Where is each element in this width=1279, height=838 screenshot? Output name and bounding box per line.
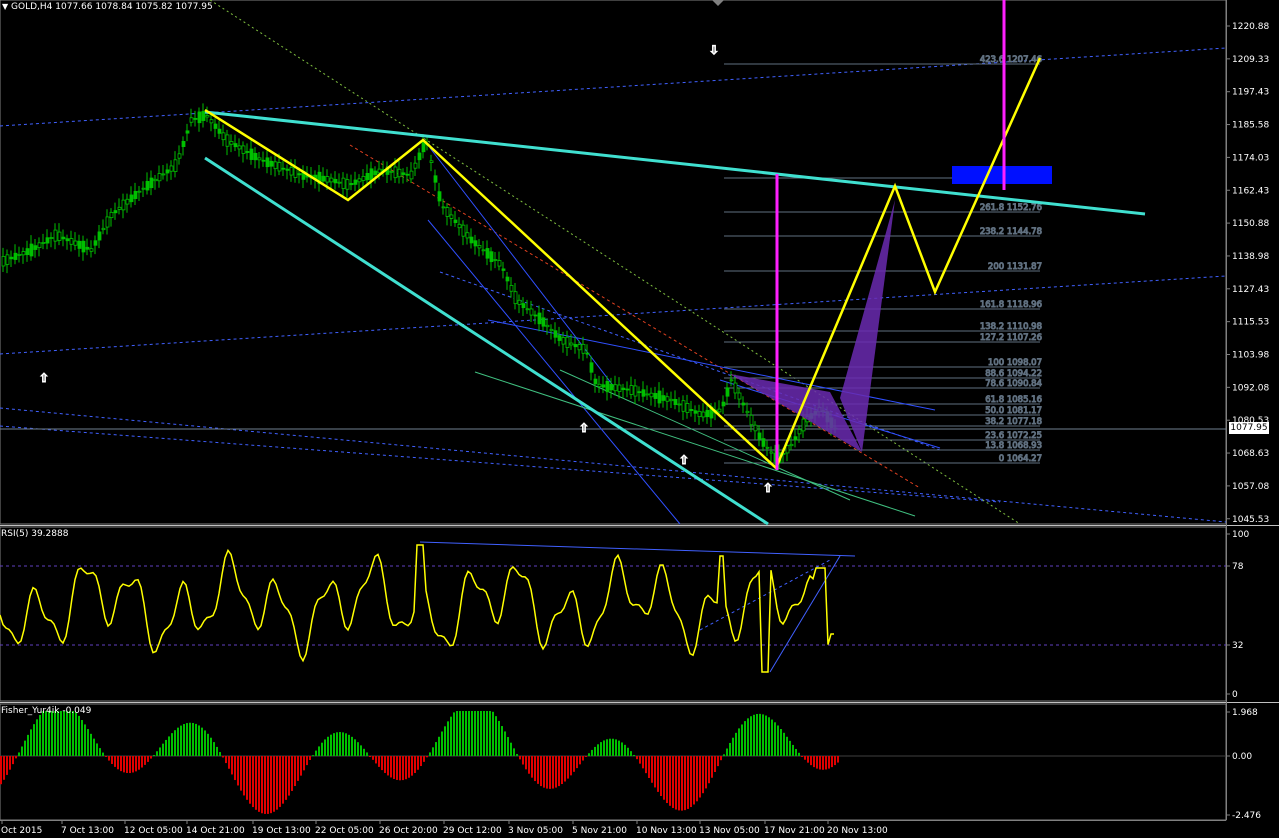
price-tick-label: 1103.98 (1232, 351, 1269, 361)
fib-level-label: 61.8 1085.16 (985, 395, 1042, 405)
fib-level-label: 138.2 1110.98 (980, 322, 1042, 332)
fisher-tick-label: 1.968 (1232, 708, 1258, 718)
time-axis[interactable]: Oct 2015 7 Oct 13:00 12 Oct 05:00 14 Oct 21… (1, 820, 888, 836)
time-tick-label: 20 Nov 13:00 (827, 826, 888, 836)
chart-shift-marker[interactable] (712, 0, 724, 6)
price-tick-label: 1197.43 (1232, 88, 1269, 98)
price-tick-label: 1115.53 (1232, 318, 1269, 328)
time-tick-label: 12 Oct 05:00 (124, 826, 183, 836)
chevron-down-icon[interactable]: ▼ (2, 2, 8, 11)
zigzag-projection[interactable] (204, 57, 1042, 471)
mt4-chart-window: 423.6 1207.46300 1165.67261.8 1152.76238… (0, 0, 1279, 838)
harmonic-pattern[interactable] (730, 200, 895, 452)
fib-level-label: 23.6 1072.25 (985, 431, 1042, 441)
time-tick-label: 19 Oct 13:00 (252, 826, 311, 836)
chart-canvas[interactable]: 423.6 1207.46300 1165.67261.8 1152.76238… (0, 0, 1279, 838)
fib-level-label: 238.2 1144.78 (980, 227, 1042, 237)
price-tick-label: 1174.03 (1232, 153, 1269, 163)
fisher-panel-border (0, 703, 1227, 821)
time-tick-label: 26 Oct 20:00 (379, 826, 438, 836)
time-tick-label: 29 Oct 12:00 (443, 826, 502, 836)
time-tick-label: 14 Oct 21:00 (186, 826, 245, 836)
time-tick-label: 17 Nov 21:00 (764, 826, 825, 836)
fib-level-label: 100 1098.07 (988, 358, 1042, 368)
price-candles (1, 103, 838, 470)
symbol-timeframe: GOLD,H4 (11, 2, 53, 12)
fisher-tick-label: 0.00 (1232, 752, 1252, 762)
rsi-tick-label: 100 (1232, 530, 1249, 540)
fisher-label: Fisher_Yur4ik -0.049 (1, 706, 92, 716)
rsi-tick-label: 0 (1232, 690, 1238, 700)
up-arrow-icon: ⇧ (579, 421, 589, 435)
fib-level-label: 13.8 1068.93 (985, 441, 1042, 451)
fisher-axis: 1.968 0.00 -2.476 (1226, 708, 1261, 821)
ohlc-values: 1077.66 1078.84 1075.82 1077.95 (55, 2, 213, 12)
time-tick-label: 3 Nov 05:00 (508, 826, 563, 836)
rsi-levels (0, 565, 1226, 646)
fib-level-label: 200 1131.87 (988, 262, 1042, 272)
time-tick-label: 13 Nov 05:00 (699, 826, 760, 836)
fib-level-label: 161.8 1118.96 (980, 300, 1042, 310)
fib-level-label: 78.6 1090.84 (985, 379, 1042, 389)
time-tick-label: 7 Oct 13:00 (61, 826, 114, 836)
up-arrow-icon: ⇧ (39, 371, 49, 385)
down-arrow-icon: ⇩ (709, 43, 719, 57)
price-tick-label: 1138.98 (1232, 252, 1269, 262)
price-tick-label: 1185.58 (1232, 121, 1269, 131)
fisher-histogram (0, 711, 839, 814)
price-tick-label: 1068.63 (1232, 449, 1269, 459)
fib-level-label: 50.0 1081.17 (985, 406, 1042, 416)
up-arrow-icon: ⇧ (763, 481, 773, 495)
rsi-panel-border (0, 526, 1227, 702)
rsi-trendlines[interactable] (419, 541, 856, 673)
price-tick-label: 1209.33 (1232, 55, 1269, 65)
dashed-trendlines[interactable] (0, 47, 1227, 523)
chart-title: ▼ GOLD,H4 1077.66 1078.84 1075.82 1077.9… (2, 2, 213, 12)
rsi-axis: 100 78 32 0 (1226, 530, 1249, 700)
rsi-label: RSI(5) 39.2888 (1, 529, 69, 539)
price-tick-label: 1150.88 (1232, 219, 1269, 229)
rsi-line (0, 544, 834, 673)
fisher-tick-label: -2.476 (1232, 811, 1261, 821)
signal-arrows: ⇧ ⇧ ⇧ ⇧ ⇩ (39, 43, 774, 496)
fib-level-label: 127.2 1107.26 (980, 333, 1042, 343)
fib-level-label: 38.2 1077.18 (985, 417, 1042, 427)
time-tick-label: 22 Oct 05:00 (315, 826, 374, 836)
price-tick-label: 1092.08 (1232, 383, 1269, 393)
current-price-tag: 1077.95 (1229, 422, 1269, 434)
time-tick-label: 10 Nov 13:00 (636, 826, 697, 836)
fib-level-label: 88.6 1094.22 (985, 369, 1042, 379)
target-zone-marker[interactable] (952, 166, 1052, 184)
up-arrow-icon: ⇧ (679, 453, 689, 467)
price-tick-label: 1127.43 (1232, 285, 1269, 295)
price-axis[interactable]: 1220.88 1209.33 1197.43 1185.58 1174.03 1162.… (1226, 22, 1269, 525)
fib-level-label: 0 1064.27 (999, 454, 1042, 464)
main-panel-border (0, 0, 1227, 525)
time-tick-label: 5 Nov 21:00 (572, 826, 627, 836)
time-tick-label: Oct 2015 (1, 826, 42, 836)
price-tick-label: 1162.43 (1232, 186, 1269, 196)
fib-level-label: 261.8 1152.76 (980, 203, 1042, 213)
price-tick-label: 1220.88 (1232, 22, 1269, 32)
fib-level-label: 423.6 1207.46 (980, 55, 1042, 65)
rsi-tick-label: 78 (1232, 562, 1244, 572)
price-tick-label: 1045.53 (1232, 515, 1269, 525)
price-tick-label: 1057.08 (1232, 482, 1269, 492)
rsi-tick-label: 32 (1232, 641, 1243, 651)
